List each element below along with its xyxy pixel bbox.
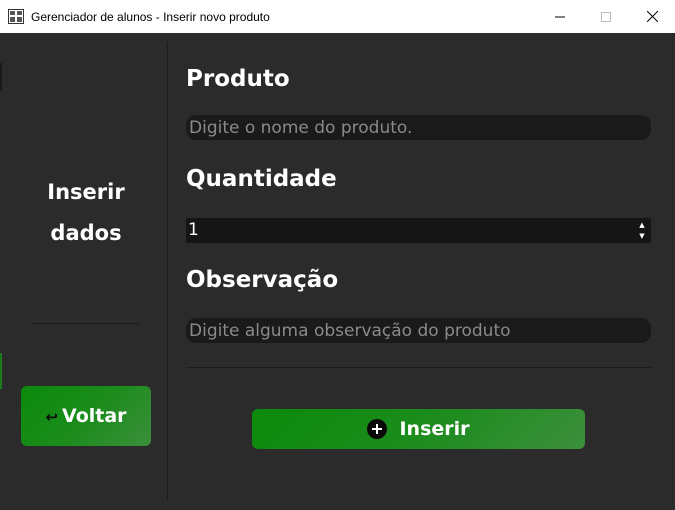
close-icon xyxy=(646,11,658,22)
plus-circle-icon xyxy=(367,419,388,439)
product-label: Produto xyxy=(186,66,290,92)
insert-button[interactable]: Inserir xyxy=(252,409,585,449)
left-edge-strip xyxy=(0,33,3,510)
sidebar-divider xyxy=(32,323,140,324)
app-icon xyxy=(8,9,24,24)
back-button-label: Voltar xyxy=(62,405,127,427)
spin-down-arrow-icon[interactable]: ▼ xyxy=(637,231,647,241)
quantity-label: Quantidade xyxy=(186,166,337,192)
window-title: Gerenciador de alunos - Inserir novo pro… xyxy=(31,10,270,24)
quantity-value[interactable]: 1 xyxy=(188,220,199,240)
observation-label: Observação xyxy=(186,267,339,293)
insert-button-label: Inserir xyxy=(399,418,470,440)
vertical-divider xyxy=(167,42,168,500)
minimize-button[interactable] xyxy=(537,0,583,33)
close-button[interactable] xyxy=(629,0,675,33)
title-bar: Gerenciador de alunos - Inserir novo pro… xyxy=(0,0,675,33)
form-divider xyxy=(186,367,651,368)
maximize-icon xyxy=(601,11,611,22)
back-button[interactable]: ↩ Voltar xyxy=(21,386,151,446)
minimize-icon xyxy=(555,16,565,17)
spin-up-arrow-icon[interactable]: ▲ xyxy=(637,220,647,230)
sidebar-title-line2: dados xyxy=(50,221,122,245)
quantity-spinbox[interactable]: 1 ▲ ▼ xyxy=(186,218,651,243)
maximize-button[interactable] xyxy=(583,0,629,33)
edge-mark xyxy=(0,353,2,389)
edge-mark xyxy=(0,63,2,91)
product-name-input[interactable] xyxy=(186,115,651,140)
observation-input[interactable] xyxy=(186,318,651,343)
return-arrow-icon: ↩ xyxy=(45,408,59,426)
sidebar-title-line1: Inserir xyxy=(47,180,125,204)
sidebar-title: Inserir dados xyxy=(26,172,146,254)
